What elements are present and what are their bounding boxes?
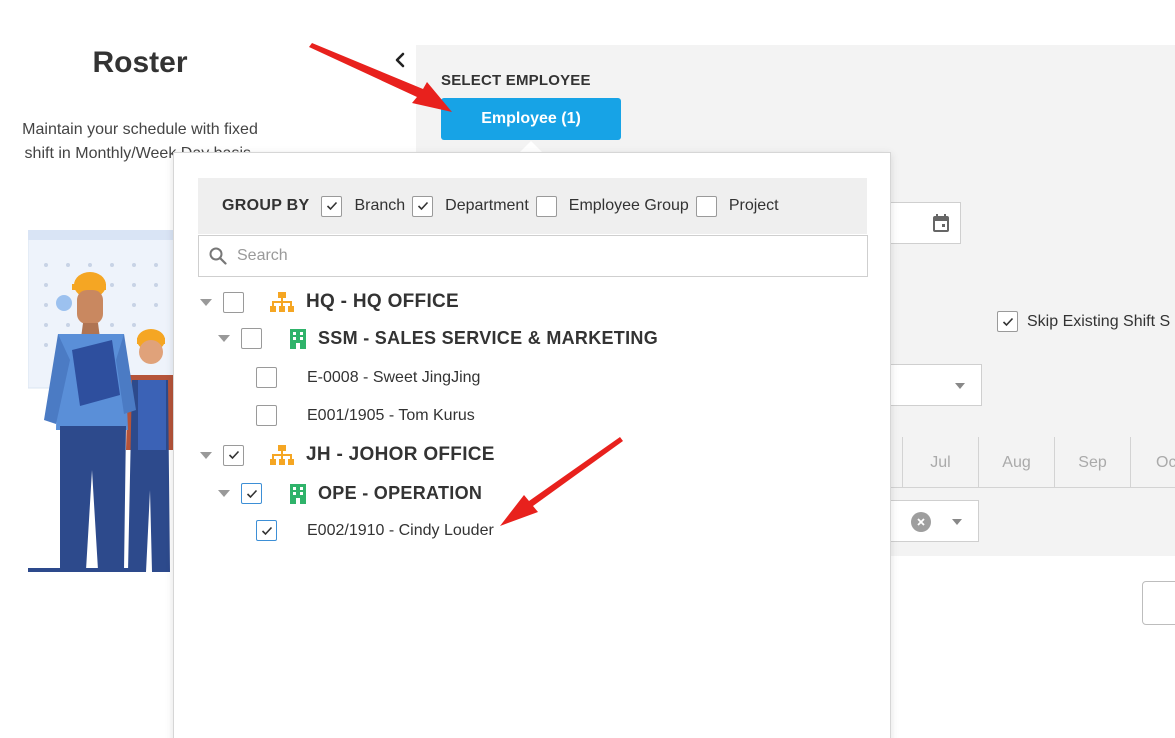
checkmark-icon: [246, 489, 257, 498]
option-dropdown[interactable]: [880, 364, 982, 406]
caret-down-icon: [955, 383, 965, 389]
chevron-left-icon: [395, 52, 405, 68]
group-by-branch-label: Branch: [354, 197, 406, 214]
calendar-icon[interactable]: [932, 213, 950, 233]
expand-toggle-icon[interactable]: [200, 298, 212, 306]
group-by-employee-group-checkbox[interactable]: [535, 195, 557, 217]
tree-dept-ope: OPE - OPERATION: [218, 483, 482, 504]
month-tab-sep[interactable]: Sep: [1054, 437, 1130, 488]
group-by-employee-group[interactable]: Employee Group: [535, 195, 689, 217]
group-by-department-checkbox[interactable]: [412, 195, 434, 217]
skip-existing-shift-label: Skip Existing Shift S: [1027, 312, 1171, 330]
tree-branch-hq: HQ - HQ OFFICE: [200, 291, 459, 313]
tree-employee[interactable]: E-0008 - Sweet JingJing: [256, 367, 480, 388]
action-button[interactable]: [1142, 581, 1175, 625]
collapse-panel-button[interactable]: [389, 48, 411, 72]
divider: [880, 487, 1175, 488]
tree-employee[interactable]: E001/1905 - Tom Kurus: [256, 405, 475, 426]
expand-toggle-icon[interactable]: [200, 451, 212, 459]
month-selector: Jul Aug Sep Oct: [880, 437, 1175, 488]
tree-branch-jh: JH - JOHOR OFFICE: [200, 444, 495, 466]
roster-page: Roster Maintain your schedule with fixed…: [0, 0, 1175, 738]
select-employee-label: SELECT EMPLOYEE: [441, 72, 591, 89]
expand-toggle-icon[interactable]: [218, 490, 230, 497]
month-tab-oct[interactable]: Oct: [1130, 437, 1175, 488]
employee-label: E-0008 - Sweet JingJing: [307, 368, 481, 386]
group-by-department-label: Department: [445, 197, 529, 214]
employee-select-button[interactable]: Employee (1): [441, 98, 621, 140]
checkmark-icon: [261, 526, 272, 535]
tree-employee-selected[interactable]: E002/1910 - Cindy Louder: [256, 520, 494, 541]
branch-hq-label[interactable]: HQ - HQ OFFICE: [306, 291, 459, 313]
group-by-bar: GROUP BY Branch Department Employee Grou…: [198, 178, 867, 234]
employee-checkbox[interactable]: [256, 367, 277, 388]
branch-icon: [270, 292, 294, 312]
branch-jh-label[interactable]: JH - JOHOR OFFICE: [306, 444, 495, 466]
tree-dept-ssm: SSM - SALES SERVICE & MARKETING: [218, 328, 658, 349]
group-by-project[interactable]: Project: [695, 195, 779, 217]
checkmark-icon: [228, 450, 239, 460]
employee-label: E002/1910 - Cindy Louder: [307, 521, 494, 539]
employee-picker-popover: GROUP BY Branch Department Employee Grou…: [173, 152, 891, 738]
caret-down-icon: [952, 519, 962, 525]
clear-icon[interactable]: [911, 512, 931, 532]
checkmark-icon: [326, 201, 338, 211]
group-by-department[interactable]: Department: [412, 195, 529, 217]
dept-ope-checkbox[interactable]: [241, 483, 262, 504]
expand-toggle-icon[interactable]: [218, 335, 230, 342]
page-title: Roster: [92, 46, 188, 79]
employee-checkbox[interactable]: [256, 405, 277, 426]
building-icon: [290, 328, 306, 349]
checkmark-icon: [417, 201, 428, 211]
branch-jh-checkbox[interactable]: [223, 444, 244, 466]
building-icon: [290, 483, 306, 504]
employee-search: [198, 235, 868, 277]
employee-label: E001/1905 - Tom Kurus: [307, 406, 475, 424]
dept-ssm-checkbox[interactable]: [241, 328, 262, 349]
group-by-project-checkbox[interactable]: [695, 195, 717, 217]
group-by-label: GROUP BY: [222, 197, 310, 214]
search-input[interactable]: [237, 247, 837, 265]
shift-dropdown[interactable]: [880, 500, 979, 542]
date-field[interactable]: [880, 202, 961, 244]
month-tab-jul[interactable]: Jul: [902, 437, 978, 488]
group-by-branch-checkbox[interactable]: [321, 195, 343, 217]
group-by-project-label: Project: [728, 197, 779, 214]
search-icon: [209, 247, 227, 265]
branch-icon: [270, 445, 294, 465]
workers-illustration: [28, 230, 178, 572]
month-tab-aug[interactable]: Aug: [978, 437, 1054, 488]
dept-ope-label[interactable]: OPE - OPERATION: [318, 483, 482, 504]
skip-existing-shift-checkbox[interactable]: [997, 311, 1018, 332]
dept-ssm-label[interactable]: SSM - SALES SERVICE & MARKETING: [318, 328, 658, 349]
skip-existing-shift-option[interactable]: Skip Existing Shift S: [997, 311, 1170, 332]
branch-hq-checkbox[interactable]: [223, 291, 244, 313]
checkmark-icon: [1002, 317, 1013, 326]
group-by-employee-group-label: Employee Group: [568, 197, 689, 214]
group-by-branch[interactable]: Branch: [321, 195, 406, 217]
employee-checkbox[interactable]: [256, 520, 277, 541]
